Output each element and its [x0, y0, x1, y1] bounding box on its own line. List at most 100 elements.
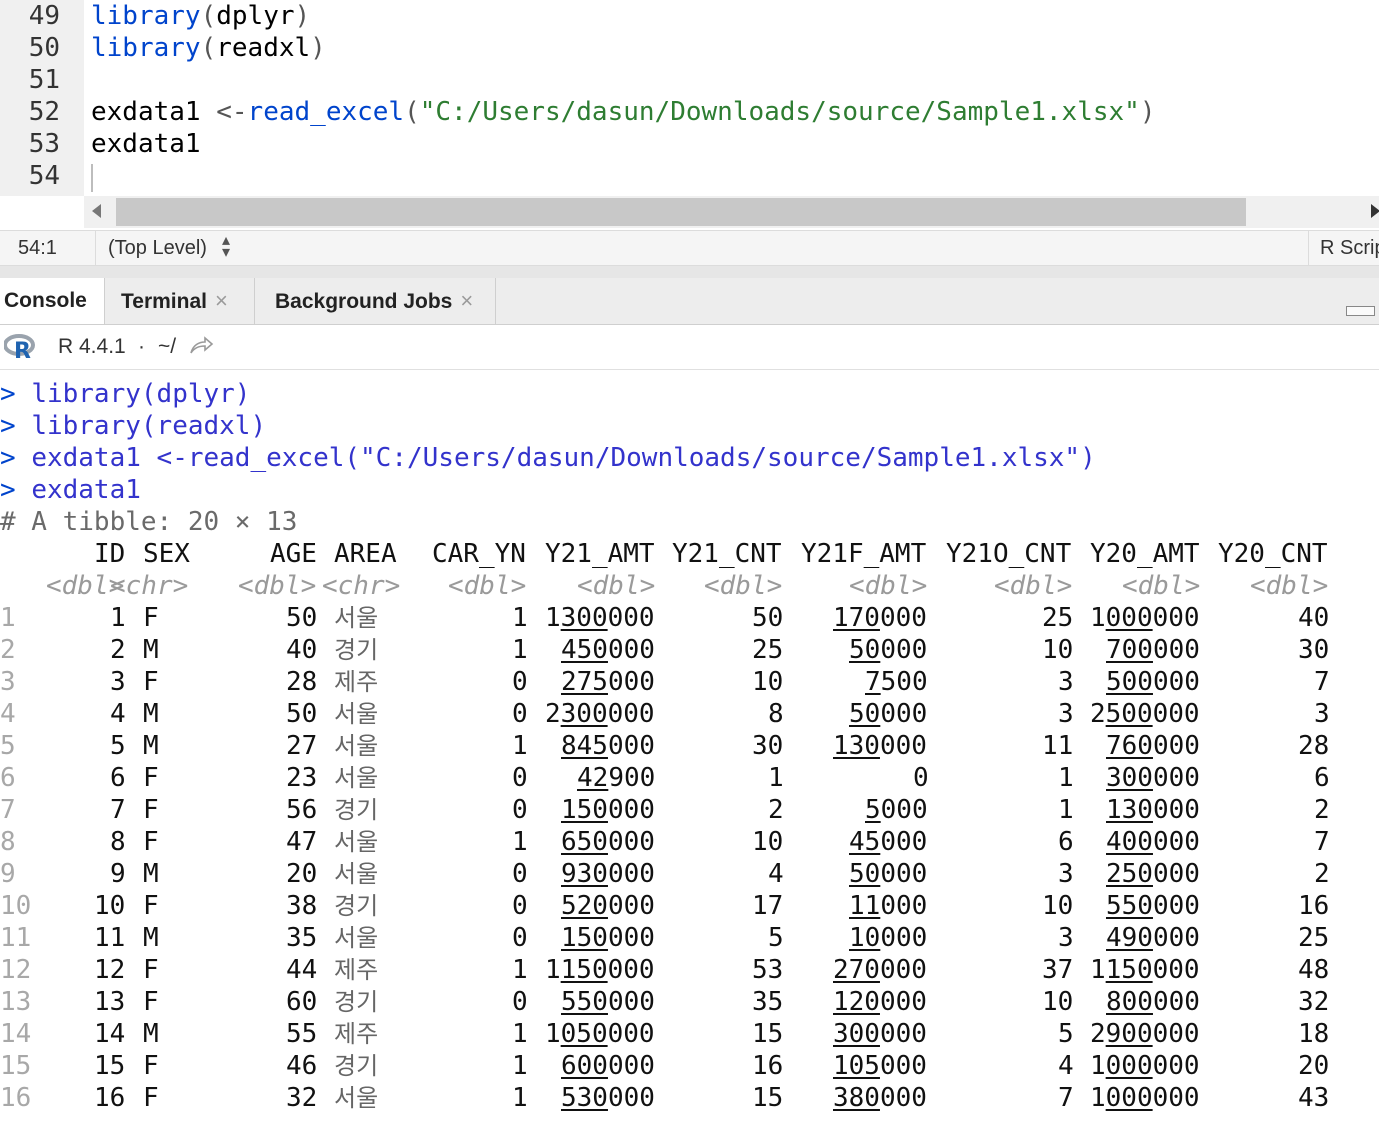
cell-area: 서울 — [334, 924, 379, 952]
column-type: <dbl> — [849, 571, 928, 601]
column-header: AGE — [270, 539, 317, 569]
scroll-right-arrow-icon[interactable] — [1371, 204, 1379, 218]
cell-value: 46 — [286, 1051, 318, 1081]
code-line[interactable]: library(readxl) — [91, 32, 326, 64]
minimize-pane-icon[interactable] — [1346, 306, 1375, 316]
console-prompt: > — [0, 379, 32, 409]
scrollbar-thumb[interactable] — [116, 198, 1246, 226]
cell-value: 170000 — [833, 603, 927, 633]
code-argument: readxl — [216, 33, 311, 63]
console-command: > exdata1 <-read_excel("C:/Users/dasun/D… — [0, 442, 1096, 474]
pane-splitter[interactable] — [0, 266, 1379, 278]
cell-area: 서울 — [334, 860, 379, 888]
cell-value: 1000000 — [1090, 603, 1200, 633]
command-text: library(readxl) — [31, 411, 267, 441]
console-header: R R 4.4.1 · ~/ — [0, 325, 1379, 370]
scope-selector[interactable]: (Top Level) — [108, 237, 207, 260]
working-directory[interactable]: ~/ — [158, 335, 176, 359]
up-down-arrows-icon[interactable]: ▴ ▾ — [222, 233, 230, 261]
row-index: 12 — [0, 955, 32, 985]
cell-value: 1 — [110, 603, 126, 633]
row-index: 16 — [0, 1083, 32, 1113]
cell-value: 300000 — [1106, 763, 1200, 793]
file-type-selector[interactable]: R Script — [1320, 237, 1379, 260]
cell-value: 56 — [286, 795, 318, 825]
cell-value: 520000 — [561, 891, 655, 921]
cell-value: 1 — [768, 763, 784, 793]
cell-value: 250000 — [1106, 859, 1200, 889]
close-icon[interactable]: × — [460, 288, 473, 313]
cell-value: 1000000 — [1090, 1083, 1200, 1113]
table-row-partial — [0, 1114, 1379, 1122]
cell-value: 10 — [752, 827, 784, 857]
code-line[interactable]: exdata1 <-read_excel("C:/Users/dasun/Dow… — [91, 96, 1155, 128]
line-number: 50 — [28, 33, 60, 63]
cell-sex: M — [143, 859, 159, 889]
column-header: Y21O_CNT — [946, 539, 1072, 569]
table-row: 9 9 M 20 서울 0 930000 4 50000 3 250000 2 — [0, 858, 1379, 890]
cell-value: 1300000 — [545, 603, 655, 633]
code-argument: dplyr — [216, 1, 295, 31]
cell-area: 경기 — [334, 636, 379, 664]
cell-value: 130000 — [833, 731, 927, 761]
cell-value: 6 — [110, 763, 126, 793]
column-header: SEX — [143, 539, 190, 569]
cell-value: 20 — [286, 859, 318, 889]
cell-value: 11 — [94, 923, 126, 953]
table-row: 7 7 F 56 경기 0 150000 2 5000 1 130000 2 — [0, 794, 1379, 826]
cell-sex: F — [143, 1051, 159, 1081]
command-text: library(dplyr) — [31, 379, 251, 409]
line-number: 49 — [28, 1, 60, 31]
tab-terminal[interactable]: Terminal × — [105, 278, 255, 324]
cell-area: 제주 — [334, 668, 379, 696]
cell-value: 0 — [512, 923, 528, 953]
cell-value: 40 — [1298, 603, 1330, 633]
cell-area: 서울 — [334, 732, 379, 760]
tab-console[interactable]: Console — [0, 278, 105, 324]
table-row: 6 6 F 23 서울 0 42900 1 0 1 300000 6 — [0, 762, 1379, 794]
cell-value: 490000 — [1106, 923, 1200, 953]
svg-text:R: R — [14, 339, 31, 360]
console-command: > library(dplyr) — [0, 378, 250, 410]
cell-value: 1 — [1058, 795, 1074, 825]
cell-value: 650000 — [561, 827, 655, 857]
tab-background-jobs[interactable]: Background Jobs × — [256, 278, 496, 324]
cell-area: 제주 — [334, 956, 379, 984]
code-function: library — [91, 1, 201, 31]
cell-sex: M — [143, 923, 159, 953]
cell-value: 30 — [752, 731, 784, 761]
cell-value: 20 — [1298, 1051, 1330, 1081]
column-type: <dbl> — [448, 571, 527, 601]
close-icon[interactable]: × — [215, 288, 228, 313]
scroll-left-arrow-icon[interactable] — [92, 204, 101, 218]
console-prompt: > — [0, 443, 32, 473]
table-row: 12 12 F 44 제주 1 1150000 53 270000 37 1150000 48 — [0, 954, 1379, 986]
cell-sex: F — [143, 987, 159, 1017]
r-version: R 4.4.1 — [58, 335, 126, 358]
table-row: 15 15 F 46 경기 1 600000 16 105000 4 1000000 20 — [0, 1050, 1379, 1082]
cell-value: 50000 — [849, 635, 928, 665]
cell-value: 4 — [110, 699, 126, 729]
code-paren: ) — [1139, 97, 1156, 127]
cell-value: 3 — [110, 667, 126, 697]
column-header: Y21F_AMT — [801, 539, 927, 569]
cell-value: 45000 — [849, 827, 928, 857]
table-header-row: ID SEX AGE AREA CAR_YN Y21_AMT Y21_CNT Y21F_AMT… — [0, 538, 1379, 570]
code-line[interactable]: library(dplyr) — [91, 0, 310, 32]
tab-label: Background Jobs — [275, 290, 453, 313]
table-row: 14 14 M 55 제주 1 1050000 15 300000 5 2900000 18 — [0, 1018, 1379, 1050]
tibble-summary: # A tibble: 20 × 13 — [0, 507, 298, 537]
cell-value: 1 — [512, 603, 528, 633]
console-output[interactable]: ‾ ‾ ‾> library(dplyr)> library(readxl)> … — [0, 370, 1379, 1123]
row-index: 4 — [0, 699, 16, 729]
source-editor[interactable]: 49 50 51 52 53 54 library(dplyr) library(readx… — [0, 0, 1379, 196]
table-row: 16 16 F 32 서울 1 530000 15 380000 7 1000000 43 — [0, 1082, 1379, 1114]
cell-value: 8 — [110, 827, 126, 857]
code-line[interactable]: exdata1 — [91, 128, 201, 160]
go-to-directory-icon[interactable] — [188, 335, 214, 357]
cell-value: 50000 — [849, 859, 928, 889]
tab-label: Terminal — [121, 290, 207, 313]
cell-value: 4 — [1058, 1051, 1074, 1081]
cell-sex: F — [143, 763, 159, 793]
row-index: 8 — [0, 827, 16, 857]
